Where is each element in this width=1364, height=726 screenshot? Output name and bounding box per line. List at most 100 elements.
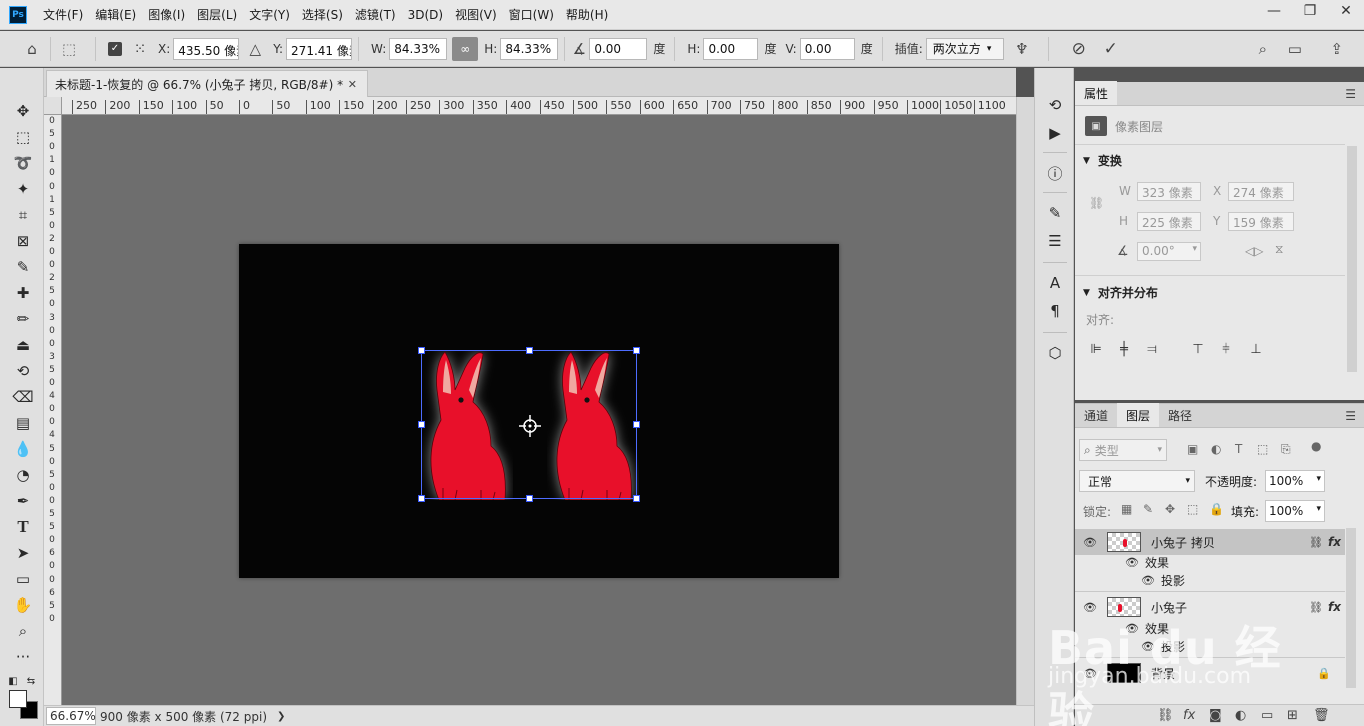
foreground-color-swatch[interactable] — [9, 690, 27, 708]
lock-artboard-icon[interactable]: ⬚ — [1187, 502, 1198, 516]
info-panel-icon[interactable]: ⓘ — [1043, 162, 1067, 184]
menu-view[interactable]: 视图(V) — [449, 6, 503, 23]
canvas-area[interactable] — [62, 115, 1016, 705]
commit-transform-icon[interactable]: ✓ — [1099, 37, 1123, 61]
prop-angle-field[interactable]: 0.00° ▾ — [1137, 242, 1201, 261]
effects-row[interactable]: 👁 效果 — [1075, 552, 1345, 572]
tab-channels[interactable]: 通道 — [1075, 403, 1117, 427]
new-group-icon[interactable]: ▭ — [1261, 708, 1273, 723]
opacity-field[interactable]: 100% ▾ — [1265, 470, 1325, 492]
transform-bounding-box[interactable] — [418, 347, 640, 502]
menu-help[interactable]: 帮助(H) — [560, 6, 614, 23]
layer-filter-select[interactable]: ⌕ 类型 ▾ — [1079, 439, 1167, 461]
move-transform-icon[interactable]: ⬚ — [57, 37, 81, 61]
align-right-icon[interactable]: ⫤ — [1143, 340, 1161, 358]
canvas-vertical-scrollbar[interactable] — [1016, 97, 1034, 705]
transform-handle-bottom-left[interactable] — [418, 495, 425, 502]
layer-row-bunny[interactable]: 👁 小兔子 ⛓ fx — [1075, 594, 1345, 620]
link-aspect-icon[interactable]: ∞ — [452, 36, 479, 61]
blur-tool-icon[interactable]: 💧 — [11, 438, 35, 460]
warp-mode-icon[interactable]: ♆ — [1010, 37, 1034, 61]
align-section-header[interactable]: ▼ 对齐并分布 — [1083, 284, 1158, 301]
vertical-ruler[interactable]: 0 5 0 1 0 0 1 5 0 2 0 0 2 5 0 3 0 0 3 5 0 4 0 0 4 5 0 5 0 0 5 5 0 6 0 0 6 5 0 — [44, 115, 62, 705]
filter-shape-icon[interactable]: ⬚ — [1257, 442, 1268, 456]
hand-tool-icon[interactable]: ✋ — [11, 594, 35, 616]
frame-tool-icon[interactable]: ⊠ — [11, 230, 35, 252]
blend-mode-select[interactable]: 正常 ▾ — [1079, 470, 1195, 492]
align-horizontal-center-icon[interactable]: ╪ — [1115, 340, 1133, 358]
menu-type[interactable]: 文字(Y) — [243, 6, 296, 23]
new-adjustment-icon[interactable]: ◐ — [1235, 708, 1246, 723]
eye-icon[interactable]: 👁 — [1141, 640, 1155, 653]
more-tools-icon[interactable]: ··· — [11, 646, 35, 668]
zoom-tool-icon[interactable]: ⌕ — [11, 620, 35, 642]
menu-layer[interactable]: 图层(L) — [191, 6, 243, 23]
brush-tool-icon[interactable]: ✏ — [11, 308, 35, 330]
document-tab[interactable]: 未标题-1-恢复的 @ 66.7% (小兔子 拷贝, RGB/8#) * ✕ — [46, 70, 368, 97]
layers-scrollbar[interactable] — [1346, 528, 1356, 688]
delete-layer-icon[interactable]: 🗑 — [1313, 708, 1330, 723]
eye-icon[interactable]: 👁 — [1083, 667, 1097, 680]
home-icon[interactable]: ⌂ — [20, 37, 44, 61]
3d-panel-icon[interactable]: ⬡ — [1043, 342, 1067, 364]
layer-row-background[interactable]: 👁 背景 🔒 — [1075, 660, 1345, 686]
align-top-icon[interactable]: ⊤ — [1189, 340, 1207, 358]
filter-adjustment-icon[interactable]: ◐ — [1211, 442, 1221, 456]
menu-filter[interactable]: 滤镜(T) — [349, 6, 402, 23]
filter-toggle-icon[interactable]: ● — [1311, 439, 1321, 453]
restore-button[interactable]: ❐ — [1292, 0, 1328, 22]
layer-name[interactable]: 小兔子 — [1151, 599, 1187, 616]
panel-menu-icon[interactable]: ☰ — [1345, 409, 1356, 423]
eye-icon[interactable]: 👁 — [1083, 601, 1097, 614]
relative-position-icon[interactable]: △ — [243, 37, 267, 61]
magic-wand-tool-icon[interactable]: ✦ — [11, 178, 35, 200]
align-left-icon[interactable]: ⊫ — [1087, 340, 1105, 358]
history-brush-tool-icon[interactable]: ⟲ — [11, 360, 35, 382]
transform-handle-bottom[interactable] — [526, 495, 533, 502]
effects-row[interactable]: 👁 效果 — [1075, 618, 1345, 638]
workspace-icon[interactable]: ▭ — [1283, 37, 1307, 61]
add-style-icon[interactable]: fx — [1183, 708, 1195, 723]
add-mask-icon[interactable]: ◙ — [1209, 708, 1222, 723]
swap-colors-icon[interactable]: ⇆ — [24, 670, 38, 692]
adjustments-icon[interactable]: ☰ — [1043, 230, 1067, 252]
reference-point-grid-icon[interactable]: ⁙ — [128, 37, 152, 61]
horizontal-ruler[interactable]: 250 200 150 100 50 0 50 100 150 200 250 300 350 400 45… — [62, 97, 1016, 115]
layer-name[interactable]: 小兔子 拷贝 — [1151, 534, 1215, 551]
minimize-button[interactable]: — — [1256, 0, 1292, 22]
panel-menu-icon[interactable]: ☰ — [1345, 87, 1356, 101]
properties-scrollbar[interactable] — [1347, 146, 1357, 372]
pen-tool-icon[interactable]: ✒ — [11, 490, 35, 512]
crop-tool-icon[interactable]: ⌗ — [11, 204, 35, 226]
lock-all-icon[interactable]: 🔒 — [1209, 502, 1224, 516]
transform-pivot-icon[interactable] — [519, 415, 541, 437]
transform-handle-left[interactable] — [418, 421, 425, 428]
close-tab-icon[interactable]: ✕ — [348, 78, 357, 91]
align-bottom-icon[interactable]: ⊥ — [1247, 340, 1265, 358]
character-panel-icon[interactable]: A — [1043, 272, 1067, 294]
fx-icon[interactable]: fx — [1328, 535, 1341, 549]
cancel-transform-icon[interactable]: ⊘ — [1067, 37, 1091, 61]
layer-name[interactable]: 背景 — [1151, 665, 1175, 682]
prop-x-field[interactable]: 274 像素 — [1228, 182, 1294, 201]
y-position-field[interactable]: 271.41 像素 — [286, 37, 353, 60]
menu-image[interactable]: 图像(I) — [142, 6, 191, 23]
lock-position-icon[interactable]: ✥ — [1165, 502, 1175, 516]
actions-panel-icon[interactable]: ▶ — [1043, 122, 1067, 144]
transform-handle-right[interactable] — [633, 421, 640, 428]
prop-height-field[interactable]: 225 像素 — [1137, 212, 1201, 231]
flip-vertical-icon[interactable]: ⧖ — [1275, 242, 1283, 257]
fx-icon[interactable]: fx — [1328, 600, 1341, 614]
x-position-field[interactable]: 435.50 像素 — [173, 37, 240, 60]
lock-image-icon[interactable]: ✎ — [1143, 502, 1153, 516]
eye-icon[interactable]: 👁 — [1083, 536, 1097, 549]
marquee-tool-icon[interactable]: ⬚ — [11, 126, 35, 148]
document-canvas[interactable] — [239, 244, 839, 578]
transform-handle-top-left[interactable] — [418, 347, 425, 354]
lock-icon[interactable]: 🔒 — [1317, 667, 1331, 680]
eye-icon[interactable]: 👁 — [1125, 556, 1139, 569]
stamp-tool-icon[interactable]: ⏏ — [11, 334, 35, 356]
zoom-level-field[interactable]: 66.67% — [46, 707, 96, 725]
tab-properties[interactable]: 属性 — [1075, 81, 1118, 105]
close-button[interactable]: ✕ — [1328, 0, 1364, 22]
